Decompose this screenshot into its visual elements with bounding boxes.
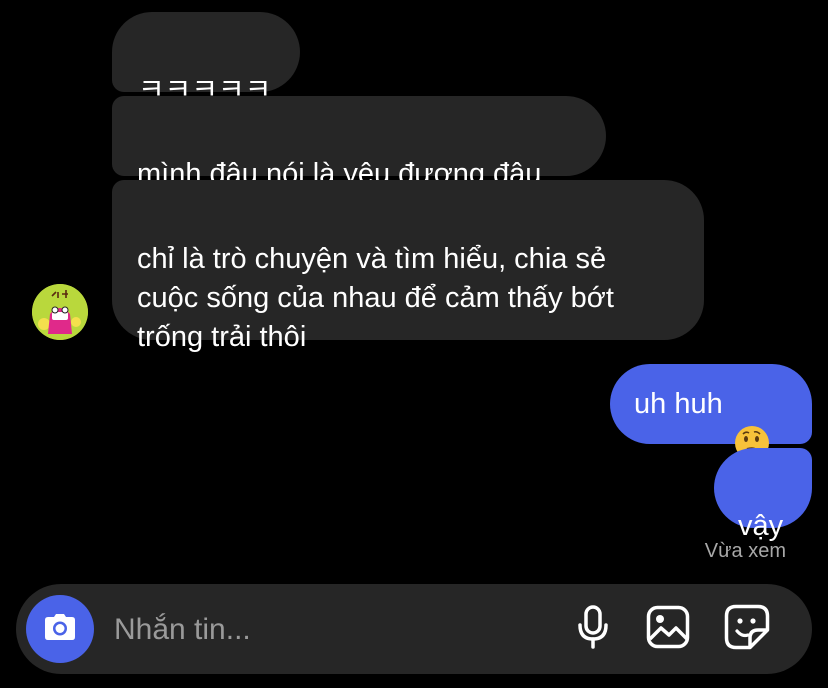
camera-icon xyxy=(44,613,76,646)
camera-button[interactable] xyxy=(26,595,94,663)
sender-avatar[interactable] xyxy=(32,284,88,340)
message-input[interactable] xyxy=(112,606,536,654)
thinking-face-icon xyxy=(733,385,771,460)
incoming-message[interactable]: chỉ là trò chuyện và tìm hiểu, chia sẻ c… xyxy=(112,180,704,353)
outgoing-message[interactable]: vậy xyxy=(714,448,812,542)
outgoing-message[interactable]: uh huh xyxy=(610,364,812,460)
message-text: vậy xyxy=(738,510,784,542)
message-text: chỉ là trò chuyện và tìm hiểu, chia sẻ c… xyxy=(137,243,614,353)
incoming-message[interactable]: ㅋㅋㅋㅋㅋ xyxy=(112,12,300,106)
message-composer xyxy=(16,584,812,674)
image-icon xyxy=(646,605,690,654)
gallery-button[interactable] xyxy=(643,604,693,654)
sticker-button[interactable] xyxy=(722,604,772,654)
message-text: uh huh xyxy=(634,387,723,420)
microphone-icon xyxy=(576,604,610,654)
seen-status: Vừa xem xyxy=(704,540,786,562)
sticker-icon xyxy=(724,604,770,655)
voice-message-button[interactable] xyxy=(568,604,618,654)
incoming-message[interactable]: mình đâu nói là yêu đương đâu xyxy=(112,96,606,190)
